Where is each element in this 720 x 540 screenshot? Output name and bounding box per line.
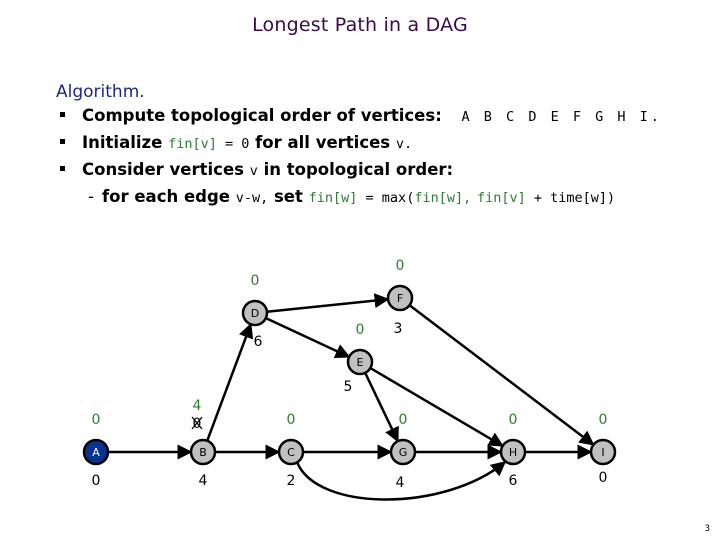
node-F: F 0 3 bbox=[386, 258, 414, 337]
edge-E-H bbox=[369, 367, 504, 447]
time-value: 5 bbox=[344, 379, 353, 395]
edge-D-F bbox=[266, 293, 390, 314]
edge-E-G bbox=[364, 372, 399, 443]
time-value: 2 bbox=[287, 473, 296, 489]
fin-value: 0 bbox=[356, 322, 365, 338]
fin-value: 4 bbox=[193, 398, 202, 414]
fin-value: 0 bbox=[399, 412, 408, 428]
node-label: G bbox=[399, 446, 408, 459]
fin-value: 0 bbox=[92, 412, 101, 428]
node-label: F bbox=[397, 292, 403, 305]
page-number: 3 bbox=[704, 524, 710, 534]
edge-D-E bbox=[265, 316, 351, 359]
edge-F-I bbox=[408, 304, 595, 446]
fin-value: 0 bbox=[287, 412, 296, 428]
time-value: 6 bbox=[509, 473, 518, 489]
node-C: C 0 2 bbox=[277, 412, 305, 489]
node-G: G 0 4 bbox=[389, 412, 417, 491]
fin-value: 0 bbox=[251, 273, 260, 289]
node-B: B404 bbox=[189, 398, 217, 489]
node-I: I 0 0 bbox=[589, 412, 617, 486]
time-value: 6 bbox=[254, 334, 263, 350]
edge-B-D bbox=[206, 322, 254, 442]
node-label: E bbox=[357, 356, 364, 369]
node-E: E 0 5 bbox=[344, 322, 374, 395]
fin-value: 0 bbox=[509, 412, 518, 428]
node-label: B bbox=[199, 446, 207, 459]
time-value: 0 bbox=[599, 470, 608, 486]
dag-graph: A 0 0 B 4 0 4 C 0 2 D 0 6 E 0 5 F 0 3 G 0 4 H 0 6 I 0 0 bbox=[82, 258, 617, 501]
node-H: H 0 6 bbox=[499, 412, 527, 489]
time-value: 0 bbox=[92, 473, 101, 489]
time-value: 4 bbox=[396, 475, 405, 491]
node-label: C bbox=[287, 446, 295, 459]
node-label: I bbox=[601, 446, 604, 459]
time-value: 3 bbox=[394, 321, 403, 337]
fin-value: 0 bbox=[396, 258, 405, 274]
fin-value: 0 bbox=[599, 412, 608, 428]
time-value: 4 bbox=[199, 473, 208, 489]
node-label: D bbox=[251, 307, 259, 320]
node-A: A 0 0 bbox=[82, 412, 110, 489]
node-label: A bbox=[92, 446, 100, 459]
node-label: H bbox=[509, 446, 517, 459]
